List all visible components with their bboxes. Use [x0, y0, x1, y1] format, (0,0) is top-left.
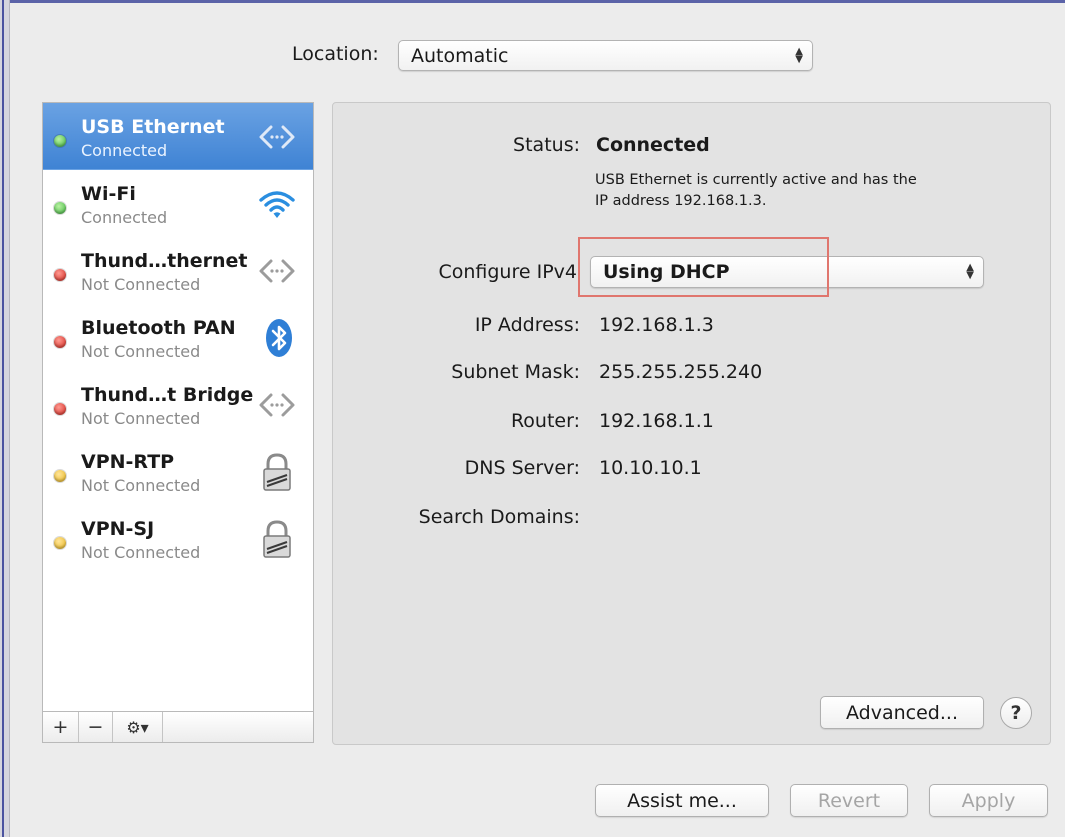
service-item-vpn-sj[interactable]: VPN-SJ Not Connected — [43, 505, 313, 572]
ip-address-value: 192.168.1.3 — [599, 314, 714, 336]
service-item-wifi[interactable]: Wi-Fi Connected — [43, 170, 313, 237]
service-name: Bluetooth PAN — [81, 317, 236, 339]
status-dot-icon — [54, 537, 66, 549]
remove-service-button[interactable]: − — [79, 712, 113, 742]
service-list-toolbar: + − ⚙▾ — [42, 712, 314, 743]
revert-button[interactable]: Revert — [790, 784, 908, 817]
service-name: USB Ethernet — [81, 116, 225, 138]
status-dot-icon — [54, 403, 66, 415]
status-dot-icon — [54, 269, 66, 281]
highlight-annotation-box — [578, 237, 829, 297]
service-item-thunderbolt-ethernet[interactable]: Thund…thernet Not Connected — [43, 237, 313, 304]
service-name: Thund…t Bridge — [81, 384, 254, 406]
dns-server-value: 10.10.10.1 — [599, 457, 702, 479]
vpn-lock-icon — [263, 453, 291, 491]
status-description-line: IP address 192.168.1.3. — [595, 193, 767, 209]
service-status: Not Connected — [81, 476, 201, 495]
location-label: Location: — [292, 43, 379, 65]
status-dot-icon — [54, 470, 66, 482]
service-name: VPN-SJ — [81, 518, 155, 540]
popup-arrows-icon: ▲ ▼ — [966, 262, 974, 281]
service-item-usb-ethernet[interactable]: USB Ethernet Connected — [43, 103, 313, 170]
status-description: USB Ethernet is currently active and has… — [595, 170, 985, 212]
ip-address-label: IP Address: — [474, 314, 580, 336]
popup-arrows-icon: ▲ ▼ — [795, 45, 803, 65]
service-name: VPN-RTP — [81, 451, 175, 473]
add-service-button[interactable]: + — [43, 712, 79, 742]
configure-ipv4-label: Configure IPv4 — [438, 261, 577, 283]
window-left-border — [0, 0, 10, 837]
advanced-button[interactable]: Advanced... — [820, 696, 984, 729]
status-dot-icon — [54, 135, 66, 147]
service-status: Not Connected — [81, 543, 201, 562]
status-value: Connected — [596, 134, 710, 156]
router-label: Router: — [510, 410, 580, 432]
service-status: Not Connected — [81, 409, 201, 428]
ethernet-arrows-icon — [259, 393, 295, 417]
ethernet-arrows-icon — [259, 125, 295, 149]
location-value: Automatic — [411, 44, 509, 67]
status-dot-icon — [54, 202, 66, 214]
help-button[interactable]: ? — [1000, 697, 1032, 729]
service-list[interactable]: USB Ethernet Connected Wi-Fi Connected T… — [42, 102, 314, 712]
service-status: Connected — [81, 208, 168, 227]
status-label: Status: — [513, 134, 580, 156]
bluetooth-icon — [266, 319, 292, 357]
wifi-icon — [259, 191, 295, 218]
apply-button[interactable]: Apply — [929, 784, 1048, 817]
assist-me-button[interactable]: Assist me... — [595, 784, 769, 817]
gear-menu-button[interactable]: ⚙▾ — [113, 712, 163, 742]
service-item-vpn-rtp[interactable]: VPN-RTP Not Connected — [43, 438, 313, 505]
status-description-line: USB Ethernet is currently active and has… — [595, 172, 917, 188]
subnet-mask-value: 255.255.255.240 — [599, 361, 763, 383]
service-item-bluetooth-pan[interactable]: Bluetooth PAN Not Connected — [43, 304, 313, 371]
location-popup[interactable]: Automatic ▲ ▼ — [398, 40, 813, 71]
service-name: Wi-Fi — [81, 183, 136, 205]
dns-server-label: DNS Server: — [464, 457, 580, 479]
service-status: Not Connected — [81, 275, 201, 294]
service-status: Connected — [81, 141, 168, 160]
status-dot-icon — [54, 336, 66, 348]
search-domains-label: Search Domains: — [418, 506, 580, 528]
ethernet-arrows-icon — [259, 259, 295, 283]
service-name: Thund…thernet — [81, 250, 248, 272]
router-value: 192.168.1.1 — [599, 410, 714, 432]
vpn-lock-icon — [263, 520, 291, 558]
service-status: Not Connected — [81, 342, 201, 361]
window-top-border — [0, 0, 1065, 3]
subnet-mask-label: Subnet Mask: — [451, 361, 580, 383]
service-item-thunderbolt-bridge[interactable]: Thund…t Bridge Not Connected — [43, 371, 313, 438]
